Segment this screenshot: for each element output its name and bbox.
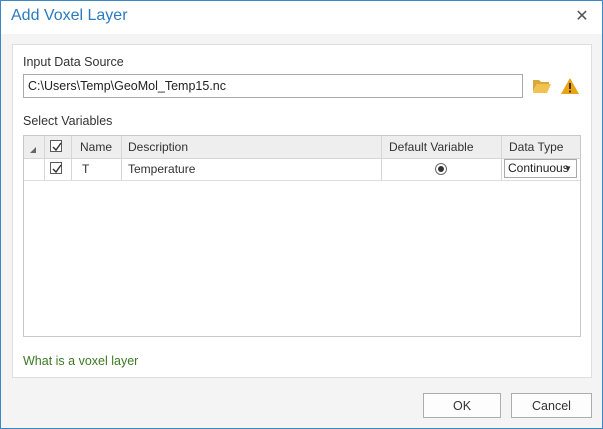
- column-header-name[interactable]: Name: [80, 136, 124, 158]
- dropdown-arrow-icon: ▼: [564, 164, 572, 173]
- select-variables-label: Select Variables: [23, 114, 113, 128]
- folder-open-icon[interactable]: [532, 77, 552, 95]
- column-header-data-type[interactable]: Data Type: [509, 136, 579, 158]
- warning-icon[interactable]: [560, 76, 580, 96]
- radio-selected-dot: [438, 166, 444, 172]
- what-is-voxel-layer-link[interactable]: What is a voxel layer: [23, 354, 138, 368]
- dialog-title: Add Voxel Layer: [11, 7, 128, 24]
- data-type-value: Continuous: [508, 161, 569, 175]
- ok-button[interactable]: OK: [423, 393, 501, 418]
- default-variable-radio[interactable]: [435, 163, 447, 175]
- row-checkbox[interactable]: [50, 162, 62, 174]
- main-panel: Input Data Source Select Variables: [12, 44, 592, 378]
- grid-header: Name Description Default Variable Data T…: [24, 136, 580, 159]
- column-header-default-variable[interactable]: Default Variable: [389, 136, 499, 158]
- column-header-description[interactable]: Description: [128, 136, 328, 158]
- variables-grid: Name Description Default Variable Data T…: [23, 135, 581, 337]
- close-icon[interactable]: ✕: [572, 7, 592, 27]
- row-description: Temperature: [128, 162, 196, 176]
- add-voxel-layer-dialog: Add Voxel Layer ✕ Input Data Source Sele…: [0, 0, 603, 429]
- input-data-source-field[interactable]: [23, 74, 523, 98]
- input-data-source-label: Input Data Source: [23, 55, 124, 69]
- table-row[interactable]: T Temperature Continuous ▼: [24, 158, 580, 181]
- data-type-select[interactable]: Continuous ▼: [504, 159, 577, 178]
- title-bar: Add Voxel Layer ✕: [1, 1, 602, 34]
- row-name: T: [82, 162, 90, 176]
- select-all-checkbox[interactable]: [50, 140, 62, 152]
- cancel-button[interactable]: Cancel: [511, 393, 592, 418]
- sort-indicator-icon: [28, 136, 42, 158]
